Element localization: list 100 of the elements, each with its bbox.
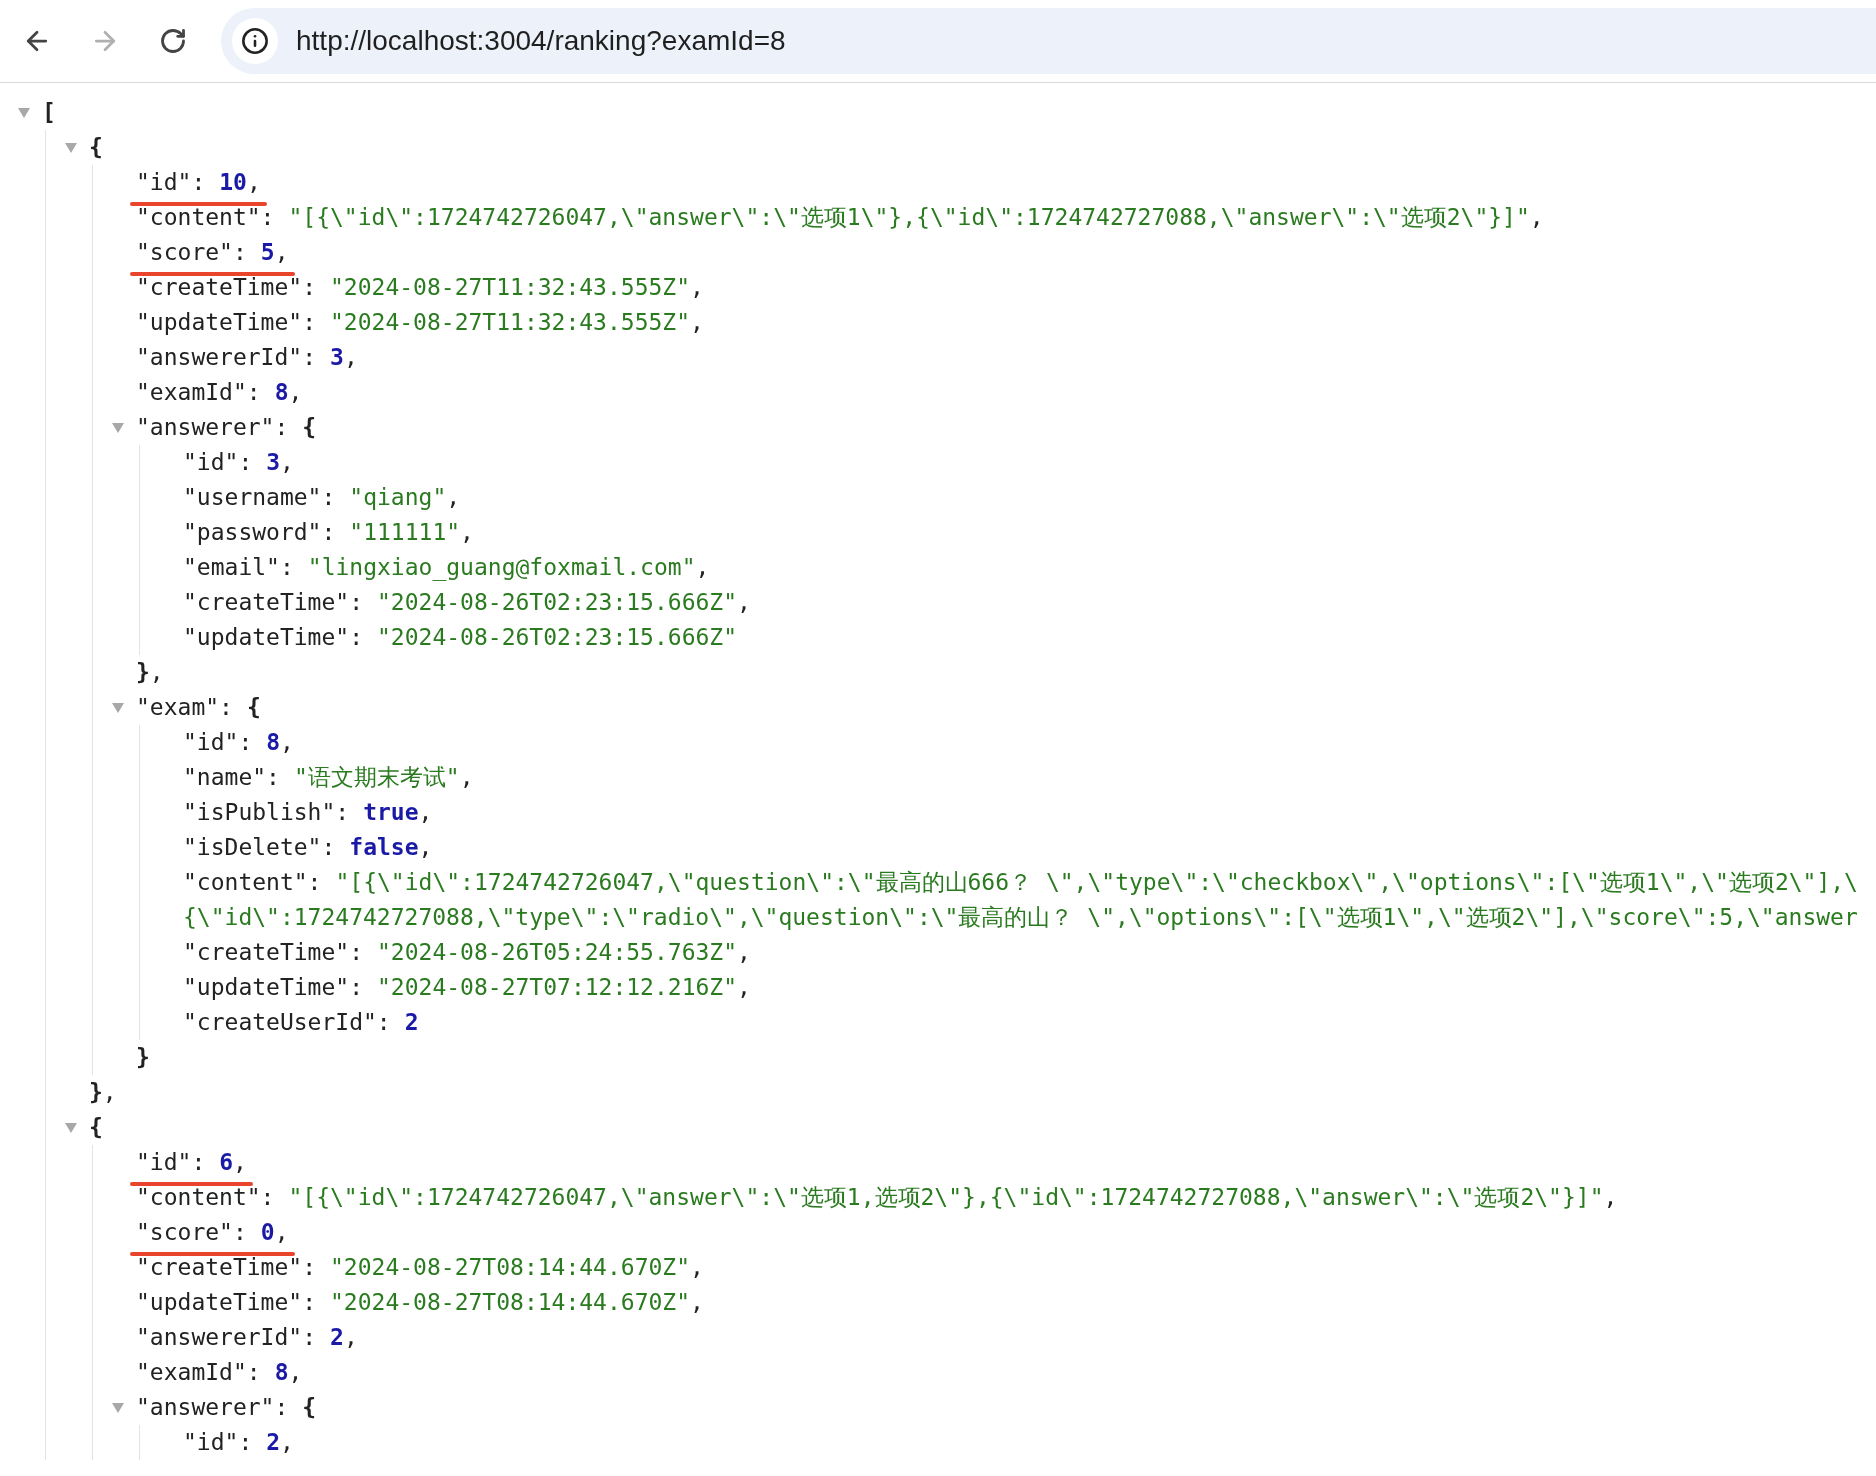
json-key: "createTime": [183, 585, 363, 620]
json-key: "updateTime": [136, 305, 316, 340]
json-value: "2024-08-27T11:32:43.555Z" [330, 308, 691, 338]
comma: , [343, 343, 358, 373]
json-value: 8 [274, 1358, 289, 1388]
json-value: 2 [266, 1428, 281, 1458]
comma: , [1529, 203, 1544, 233]
json-key: "createTime": [183, 935, 363, 970]
json-key: "score": [136, 1215, 247, 1250]
comma: , [288, 378, 303, 408]
bracket: { [302, 1393, 317, 1423]
json-value: "lingxiao_guang@foxmail.com" [307, 553, 696, 583]
url-text: http://localhost:3004/ranking?examId=8 [296, 24, 786, 58]
json-key: "updateTime": [136, 1285, 316, 1320]
json-value: "2024-08-27T11:32:43.555Z" [330, 273, 691, 303]
comma: , [690, 308, 704, 338]
json-value: "2024-08-27T08:14:44.670Z" [330, 1253, 691, 1283]
json-key: "answererId": [136, 1320, 316, 1355]
comma: , [280, 1428, 294, 1458]
json-key: "id": [136, 165, 206, 200]
bracket: } [136, 658, 150, 688]
json-value: 10 [219, 168, 247, 198]
expanded-triangle-icon[interactable] [112, 1402, 124, 1413]
json-key: "isPublish": [183, 795, 350, 830]
json-value: 0 [260, 1218, 275, 1248]
reload-icon [159, 27, 187, 55]
comma: , [1603, 1183, 1618, 1213]
site-info-button[interactable] [232, 18, 278, 64]
json-value: 8 [266, 728, 281, 758]
json-key: "content": [136, 200, 275, 235]
bracket: { [89, 1113, 103, 1143]
comma: , [246, 168, 261, 198]
address-bar[interactable]: http://localhost:3004/ranking?examId=8 [221, 8, 1876, 74]
json-value: "2024-08-26T02:23:15.666Z" [377, 588, 738, 618]
json-value: "[{\"id\":1724742726047,\"answer\":\"选项1\"},{\"id\":1724742727088,\"answer\":\"选项2\"}]" [288, 203, 1530, 233]
json-key: "exam": [136, 690, 233, 725]
json-key: "id": [183, 445, 253, 480]
json-key: "content": [183, 865, 322, 900]
json-value: 6 [219, 1148, 234, 1178]
comma: , [280, 448, 294, 478]
bracket: { [246, 693, 261, 723]
json-value: 3 [330, 343, 344, 373]
expanded-triangle-icon[interactable] [112, 702, 124, 713]
bracket: } [89, 1078, 103, 1108]
json-key: "username": [183, 480, 336, 515]
json-value: "2024-08-26T02:23:15.666Z" [377, 623, 738, 653]
json-key: "id": [183, 1425, 253, 1460]
json-key: "isDelete": [183, 830, 336, 865]
comma: , [288, 1358, 303, 1388]
json-key: "answererId": [136, 340, 316, 375]
comma: , [418, 833, 433, 863]
json-value: {\"id\":1724742727088,\"type\":\"radio\",\"question\":\"最高的山？ \",\"options\":[\"选项1\",\"选项2\"],\"score\":5,\"answer [183, 903, 1858, 933]
json-value: true [363, 798, 419, 828]
json-value: "2024-08-27T08:14:44.670Z" [330, 1288, 691, 1318]
json-key: "examId": [136, 1355, 261, 1390]
json-key: "score": [136, 235, 247, 270]
expanded-triangle-icon[interactable] [112, 422, 124, 433]
json-key: "answerer": [136, 1390, 289, 1425]
json-value: 3 [266, 448, 281, 478]
bracket: } [136, 1043, 150, 1073]
comma: , [690, 273, 704, 303]
info-icon [241, 27, 269, 55]
comma: , [343, 1323, 358, 1353]
bracket: { [302, 413, 317, 443]
json-value: "[{\"id\":1724742726047,\"answer\":\"选项1,选项2\"},{\"id\":1724742727088,\"answer\":\"选项2\"}]" [288, 1183, 1604, 1213]
json-key: "email": [183, 550, 294, 585]
json-value: "2024-08-27T07:12:12.216Z" [377, 973, 738, 1003]
comma: , [737, 938, 751, 968]
comma: , [460, 518, 474, 548]
json-value: "111111" [349, 518, 461, 548]
json-value: 8 [274, 378, 289, 408]
comma: , [418, 798, 433, 828]
json-key: "password": [183, 515, 336, 550]
json-value: "语文期末考试" [293, 763, 460, 793]
expanded-triangle-icon[interactable] [65, 1122, 77, 1133]
comma: , [149, 658, 164, 688]
comma: , [274, 1218, 289, 1248]
comma: , [737, 973, 751, 1003]
json-value: 2 [330, 1323, 344, 1353]
comma: , [459, 763, 474, 793]
comma: , [695, 553, 710, 583]
json-value: 2 [404, 1008, 419, 1038]
comma: , [280, 728, 294, 758]
expanded-triangle-icon[interactable] [65, 142, 77, 153]
json-key: "id": [136, 1145, 206, 1180]
json-key: "answerer": [136, 410, 289, 445]
comma: , [737, 588, 751, 618]
json-key: "name": [183, 760, 280, 795]
json-key: "examId": [136, 375, 261, 410]
json-key: "content": [136, 1180, 275, 1215]
json-value: "[{\"id\":1724742726047,\"question\":\"最高的山666？ \",\"type\":\"checkbox\",\"options\":[\"选项1\",\"选项2\"],\ [335, 868, 1858, 898]
json-value: "qiang" [349, 483, 447, 513]
comma: , [446, 483, 461, 513]
comma: , [274, 238, 289, 268]
json-key: "id": [183, 725, 253, 760]
json-value: false [349, 833, 419, 863]
json-key: "updateTime": [183, 620, 363, 655]
json-value: 5 [260, 238, 275, 268]
json-key: "createTime": [136, 1250, 316, 1285]
expanded-triangle-icon[interactable] [18, 107, 30, 118]
